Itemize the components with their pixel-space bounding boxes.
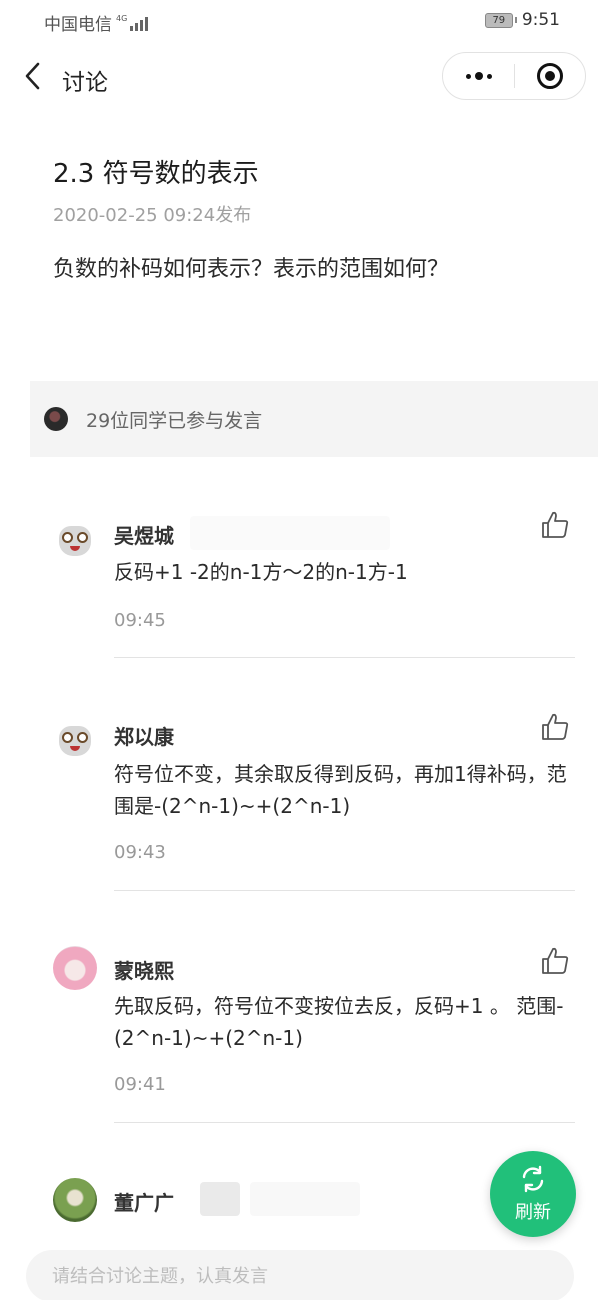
thumbs-up-icon[interactable] xyxy=(540,510,570,540)
comment-text: 先取反码，符号位不变按位去反，反码+1 。 范围-(2^n-1)~+(2^n-1… xyxy=(114,994,564,1050)
participants-count: 29位同学已参与发言 xyxy=(86,409,263,432)
status-bar: 中国电信 4G 79 9:51 xyxy=(0,0,600,40)
close-mini-program-button[interactable] xyxy=(515,53,585,99)
blurred-badge xyxy=(200,1182,240,1216)
more-dot-icon xyxy=(474,72,483,80)
topic-title: 2.3 符号数的表示 xyxy=(53,159,259,189)
avatar[interactable] xyxy=(53,1178,97,1222)
comment-time: 09:45 xyxy=(114,610,166,631)
thumbs-up-icon[interactable] xyxy=(540,712,570,742)
topic-question: 负数的补码如何表示？表示的范围如何？ xyxy=(53,257,450,282)
back-button[interactable] xyxy=(18,60,46,92)
refresh-icon xyxy=(522,1165,544,1193)
comment-text: 符号位不变，其余取反得到反码，再加1得补码，范围是-(2^n-1)~+(2^n-… xyxy=(114,762,567,818)
comment-author: 董广广 xyxy=(114,1191,174,1215)
mini-program-capsule xyxy=(442,52,586,100)
more-dot-icon xyxy=(486,73,492,79)
topic-date: 2020-02-25 09:24发布 xyxy=(53,205,252,226)
more-dot-icon xyxy=(465,73,471,79)
refresh-label: 刷新 xyxy=(515,1202,551,1223)
network-type: 4G xyxy=(116,13,128,23)
comment-author: 蒙晓熙 xyxy=(114,959,174,983)
thumbs-up-icon[interactable] xyxy=(540,946,570,976)
target-icon xyxy=(536,63,563,89)
more-options-button[interactable] xyxy=(443,53,514,99)
blurred-badge xyxy=(250,1182,360,1216)
nav-bar: 讨论 xyxy=(0,52,600,102)
comment-author: 郑以康 xyxy=(114,725,174,749)
chevron-left-icon xyxy=(25,62,40,90)
battery-icon: 79 xyxy=(484,12,513,28)
avatar[interactable] xyxy=(53,518,97,562)
page-title: 讨论 xyxy=(62,70,108,96)
comment-input-bar xyxy=(26,1250,574,1300)
participants-banner: 29位同学已参与发言 xyxy=(30,381,598,457)
status-right: 79 9:51 xyxy=(484,10,560,30)
signal-icon: 4G xyxy=(116,13,149,31)
avatar xyxy=(44,407,68,431)
comment-text: 反码+1 -2的n-1方～2的n-1方-1 xyxy=(114,560,408,584)
blurred-badge xyxy=(190,516,390,550)
clock: 9:51 xyxy=(521,10,560,30)
avatar[interactable] xyxy=(53,718,97,762)
comment-time: 09:43 xyxy=(114,842,166,863)
divider xyxy=(114,890,575,891)
refresh-button[interactable]: 刷新 xyxy=(490,1151,576,1237)
avatar[interactable] xyxy=(53,946,97,990)
carrier-name: 中国电信 xyxy=(44,15,112,35)
battery-tip xyxy=(514,17,517,23)
comment-input[interactable] xyxy=(52,1250,574,1300)
divider xyxy=(114,657,575,658)
comment-time: 09:41 xyxy=(114,1074,166,1095)
comment-author: 吴煜城 xyxy=(114,524,174,548)
divider xyxy=(114,1122,575,1123)
carrier-info: 中国电信 4G xyxy=(44,10,149,35)
